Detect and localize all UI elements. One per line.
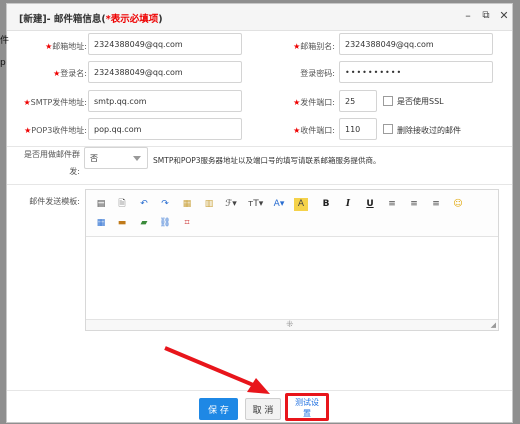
editor-statusbar: ⁜ ◢: [86, 319, 498, 330]
minimize-icon[interactable]: –: [461, 9, 475, 23]
mailbox-dialog: [新建]- 邮件箱信息(*表示必填项) – ⧉ ✕ ★邮箱地址: ★邮箱别名: …: [6, 3, 513, 423]
login-password-label: 登录密码:: [300, 69, 335, 78]
anchor-icon[interactable]: ⌗: [180, 217, 194, 230]
dialog-titlebar: [新建]- 邮件箱信息(*表示必填项) – ⧉ ✕: [7, 4, 512, 31]
login-name-label: ★登录名:: [53, 69, 87, 78]
form-divider-2: [7, 184, 512, 185]
mail-alias-label: ★邮箱别名:: [293, 42, 335, 51]
use-ssl-label: 是否使用SSL: [397, 97, 444, 106]
align-right-icon[interactable]: ≡: [429, 198, 443, 211]
mail-address-label: ★邮箱地址:: [45, 42, 87, 51]
template-editor[interactable]: ▤ 🗎 ↶ ↷ ▦ ▥ ℱ▾ ᴛT▾ A▾ A B I U ≡ ≡ ≡ ☺ ▦ …: [85, 189, 499, 331]
title-suffix: ): [158, 14, 163, 25]
table-icon[interactable]: ▦: [94, 217, 108, 230]
group-send-label-line1: 是否用做邮件群: [24, 150, 80, 159]
emoticon-icon[interactable]: ☺: [451, 198, 465, 211]
send-port-label: ★发件端口:: [293, 98, 335, 107]
paste-icon[interactable]: ▦: [180, 198, 194, 211]
image-icon[interactable]: ▬: [115, 217, 129, 230]
mail-address-input[interactable]: [88, 33, 242, 55]
delete-received-checkbox[interactable]: [383, 124, 393, 134]
server-hint-text: SMTP和POP3服务器地址以及端口号的填写请联系邮箱服务提供商。: [153, 156, 381, 165]
mail-alias-input[interactable]: [339, 33, 493, 55]
maximize-icon[interactable]: ⧉: [479, 9, 493, 23]
password-input[interactable]: [339, 61, 493, 83]
resize-corner-icon[interactable]: ◢: [491, 320, 496, 330]
link-icon[interactable]: ⛓: [158, 217, 172, 230]
delete-received-label: 删除接收过的邮件: [397, 126, 461, 135]
italic-icon[interactable]: I: [341, 198, 355, 211]
form-divider: [7, 146, 512, 147]
group-send-select[interactable]: 否: [84, 147, 148, 169]
pop3-address-label: ★POP3收件地址:: [24, 126, 87, 135]
test-settings-button[interactable]: 测试设置: [285, 393, 329, 421]
align-center-icon[interactable]: ≡: [407, 198, 421, 211]
footer-divider: [7, 390, 512, 391]
group-send-value: 否: [90, 154, 98, 163]
template-label: 邮件发送模板:: [29, 197, 80, 206]
align-left-icon[interactable]: ≡: [385, 198, 399, 211]
title-prefix: [新建]- 邮件箱信息(: [19, 14, 106, 25]
redo-icon[interactable]: ↷: [158, 198, 172, 211]
cancel-button[interactable]: 取 消: [245, 398, 281, 420]
dialog-title: [新建]- 邮件箱信息(*表示必填项): [19, 11, 163, 25]
font-size-icon[interactable]: ᴛT▾: [248, 198, 263, 211]
new-page-icon[interactable]: 🗎: [115, 198, 129, 211]
chevron-down-icon: [133, 156, 141, 161]
receive-port-label: ★收件端口:: [293, 126, 335, 135]
flash-icon[interactable]: ▰: [137, 217, 151, 230]
pop3-address-input[interactable]: [88, 118, 242, 140]
smtp-address-label: ★SMTP发件地址:: [23, 98, 87, 107]
login-name-input[interactable]: [88, 61, 242, 83]
font-family-icon[interactable]: ℱ▾: [224, 198, 238, 211]
highlight-color-icon[interactable]: A: [294, 198, 308, 211]
smtp-address-input[interactable]: [88, 90, 242, 112]
group-send-label-line2: 发:: [69, 167, 80, 176]
undo-icon[interactable]: ↶: [137, 198, 151, 211]
background-fragment-2: p: [0, 58, 6, 68]
send-port-input[interactable]: [339, 90, 377, 112]
use-ssl-checkbox[interactable]: [383, 96, 393, 106]
save-button[interactable]: 保 存: [199, 398, 238, 420]
receive-port-input[interactable]: [339, 118, 377, 140]
paste-text-icon[interactable]: ▥: [202, 198, 216, 211]
background-fragment-1: 件: [0, 36, 10, 46]
bold-icon[interactable]: B: [319, 198, 333, 211]
source-icon[interactable]: ▤: [94, 198, 108, 211]
title-required-note: *表示必填项: [105, 14, 159, 25]
font-color-icon[interactable]: A▾: [272, 198, 286, 211]
resize-grip-icon[interactable]: ⁜: [286, 320, 294, 330]
underline-icon[interactable]: U: [363, 198, 377, 211]
close-icon[interactable]: ✕: [497, 9, 511, 23]
editor-toolbar: ▤ 🗎 ↶ ↷ ▦ ▥ ℱ▾ ᴛT▾ A▾ A B I U ≡ ≡ ≡ ☺ ▦ …: [86, 190, 498, 237]
